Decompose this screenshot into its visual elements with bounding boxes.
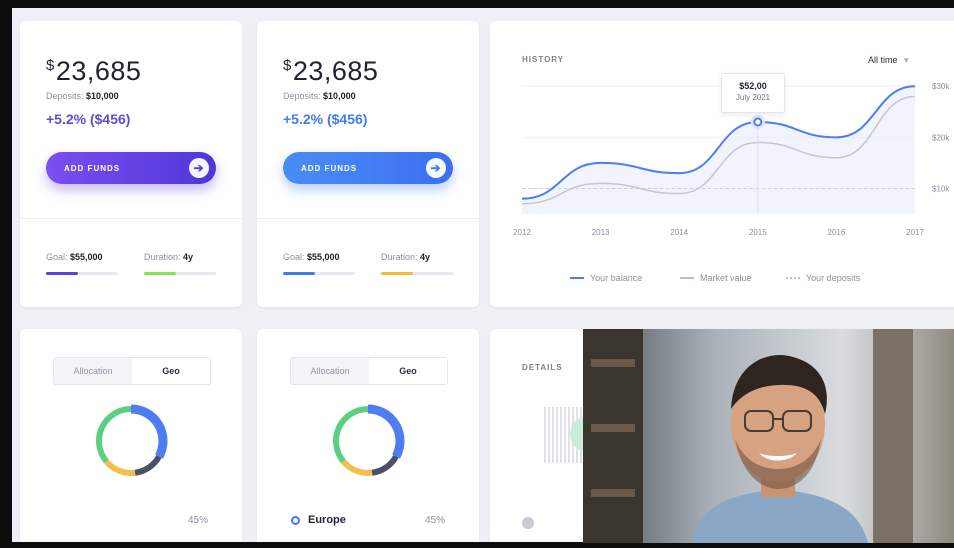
duration-text: Duration: 4y bbox=[144, 252, 194, 262]
tab-geo[interactable]: Geo bbox=[369, 358, 447, 384]
donut-segment bbox=[134, 454, 162, 476]
deposits-text: Deposits: $10,000 bbox=[283, 91, 356, 101]
circle-icon bbox=[291, 515, 300, 525]
person-photo bbox=[583, 329, 954, 543]
allocation-tabs: Allocation Geo bbox=[53, 357, 211, 385]
legend-label: Your deposits bbox=[806, 273, 861, 283]
balance-amount: $23,685 bbox=[283, 56, 379, 86]
donut-segment bbox=[96, 406, 132, 464]
allocation-card-1: Allocation Geo 45% bbox=[20, 329, 242, 542]
balance-card-2: $23,685 Deposits: $10,000 +5.2% ($456) A… bbox=[257, 21, 479, 307]
goal-progress-bar bbox=[283, 272, 355, 275]
goal-progress-bar bbox=[46, 272, 118, 275]
chart-tooltip: $52,00 July 2021 bbox=[721, 73, 785, 113]
allocation-donut bbox=[333, 404, 405, 476]
webcam-video-overlay bbox=[583, 329, 954, 543]
x-tick-label: 2015 bbox=[749, 228, 767, 237]
duration-progress-bar bbox=[381, 272, 453, 275]
goal-text: Goal: $55,000 bbox=[46, 252, 103, 262]
donut-segment bbox=[367, 404, 405, 459]
legend-label: Market value bbox=[700, 273, 752, 283]
x-tick-label: 2012 bbox=[513, 228, 531, 237]
duration-progress-bar bbox=[144, 272, 216, 275]
region-label: Europe bbox=[308, 514, 346, 526]
deposits-text: Deposits: $10,000 bbox=[46, 91, 119, 101]
x-tick-label: 2013 bbox=[592, 228, 610, 237]
divider bbox=[20, 218, 242, 219]
legend-label: Your balance bbox=[590, 273, 643, 283]
balance-change: +5.2% ($456) bbox=[283, 111, 368, 127]
donut-segment bbox=[104, 459, 136, 476]
goal-progress-fill bbox=[283, 272, 316, 275]
tooltip-date: July 2021 bbox=[735, 93, 771, 102]
arrow-right-icon: ➔ bbox=[189, 158, 209, 178]
legend-swatch bbox=[786, 277, 800, 279]
balance-area bbox=[522, 86, 915, 214]
y-tick-label: $30k bbox=[932, 82, 950, 91]
screen-frame: $23,685 Deposits: $10,000 +5.2% ($456) A… bbox=[0, 0, 954, 548]
balance-block: $23,685 Deposits: $10,000 +5.2% ($456) bbox=[283, 56, 378, 127]
balance-block: $23,685 Deposits: $10,000 +5.2% ($456) bbox=[46, 56, 141, 127]
add-funds-button[interactable]: ADD FUNDS ➔ bbox=[283, 152, 453, 184]
donut-segment bbox=[130, 404, 168, 459]
circle-icon bbox=[522, 517, 534, 529]
tab-geo[interactable]: Geo bbox=[132, 358, 210, 384]
arrow-right-icon: ➔ bbox=[426, 158, 446, 178]
legend-swatch bbox=[680, 277, 694, 279]
data-point-marker bbox=[753, 117, 763, 127]
goal-progress-fill bbox=[46, 272, 79, 275]
legend-swatch bbox=[570, 277, 584, 279]
y-tick-label: $20k bbox=[932, 133, 950, 142]
tab-allocation[interactable]: Allocation bbox=[291, 358, 369, 384]
add-funds-label: ADD FUNDS bbox=[64, 163, 121, 173]
donut-segment bbox=[341, 459, 373, 476]
balance-change: +5.2% ($456) bbox=[46, 111, 131, 127]
divider bbox=[257, 218, 479, 219]
donut-segment bbox=[371, 454, 399, 476]
history-chart: $10k $20k $30k 2012 2013 2014 2015 2016 2017 bbox=[513, 82, 950, 237]
region-item[interactable]: Europe bbox=[291, 514, 346, 526]
tooltip-value: $52,00 bbox=[739, 81, 767, 91]
duration-progress-fill bbox=[144, 272, 177, 275]
allocation-card-2: Allocation Geo Europe 45% bbox=[257, 329, 479, 542]
y-tick-label: $10k bbox=[932, 184, 950, 193]
balance-card-1: $23,685 Deposits: $10,000 +5.2% ($456) A… bbox=[20, 21, 242, 307]
donut-segment bbox=[333, 406, 369, 464]
legend-balance: Your balance bbox=[570, 273, 642, 283]
x-tick-label: 2017 bbox=[906, 228, 924, 237]
history-card: HISTORY All time ▾ $10k $20k $30k 2012 2013 2… bbox=[490, 21, 954, 307]
balance-amount: $23,685 bbox=[46, 56, 142, 86]
details-title: DETAILS bbox=[522, 363, 563, 372]
legend-market: Market value bbox=[680, 273, 752, 283]
add-funds-button[interactable]: ADD FUNDS ➔ bbox=[46, 152, 216, 184]
tab-allocation[interactable]: Allocation bbox=[54, 358, 132, 384]
allocation-donut bbox=[96, 404, 168, 476]
add-funds-label: ADD FUNDS bbox=[301, 163, 358, 173]
region-percent: 45% bbox=[188, 515, 209, 526]
x-tick-label: 2016 bbox=[828, 228, 846, 237]
duration-progress-fill bbox=[381, 272, 414, 275]
region-percent: 45% bbox=[425, 515, 446, 526]
duration-text: Duration: 4y bbox=[381, 252, 431, 262]
legend-deposits: Your deposits bbox=[786, 273, 860, 283]
allocation-tabs: Allocation Geo bbox=[290, 357, 448, 385]
x-tick-label: 2014 bbox=[670, 228, 688, 237]
goal-text: Goal: $55,000 bbox=[283, 252, 340, 262]
